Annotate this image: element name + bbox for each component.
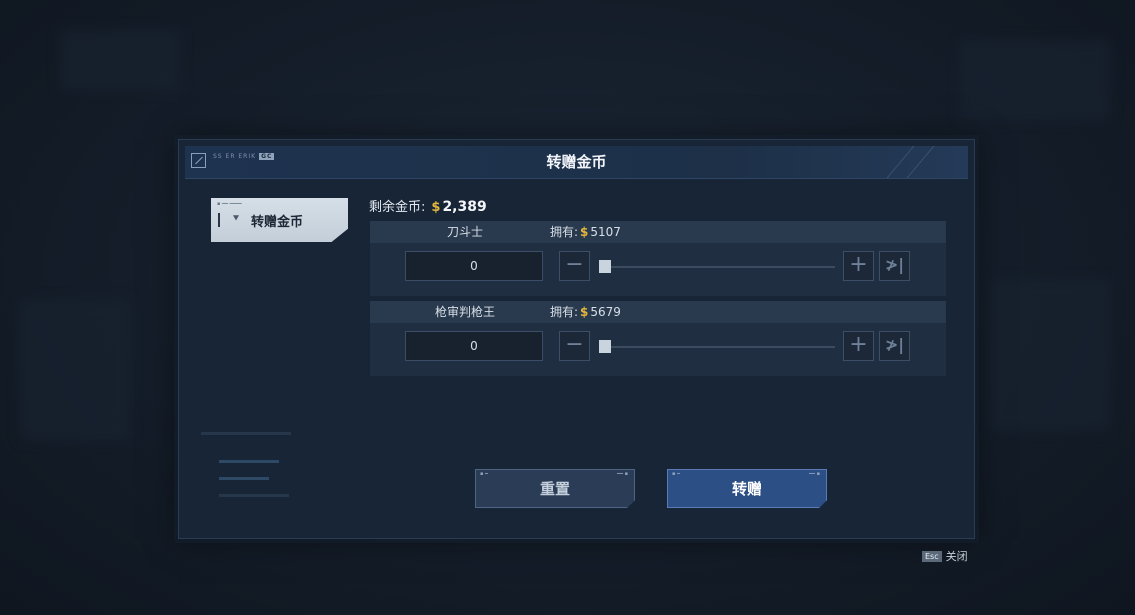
close-hint[interactable]: Esc 关闭 [922,548,968,564]
decrease-button[interactable]: − [559,331,590,361]
player-row: 枪审判枪王 拥有:$5679 − + ≯| [370,301,946,376]
side-tab-gift-coins[interactable]: ▪ ━━ ━━━━ ⯆ 转赠金币 [211,198,348,242]
player-owned: 拥有: $5679 [550,305,621,319]
gift-amount-input[interactable] [405,331,543,361]
gift-button[interactable]: ▪ ━ ━━ ▪ 转赠 [667,469,827,508]
remaining-label: 剩余金币: [369,200,426,215]
coin-icon: $ [580,225,589,239]
amount-slider-thumb[interactable] [599,340,611,353]
coin-icon: $ [580,305,589,319]
max-button[interactable]: ≯| [879,331,910,361]
player-name: 枪审判枪王 [434,305,495,319]
increase-button[interactable]: + [843,251,874,281]
remaining-amount: 2,389 [442,199,487,215]
dialog-title: 转赠金币 [546,153,607,171]
amount-slider-track[interactable] [599,266,835,268]
remaining-coins: 剩余金币: $2,389 [369,196,487,215]
max-button[interactable]: ≯| [879,251,910,281]
owned-amount: 5679 [590,305,621,319]
amount-slider-track[interactable] [599,346,835,348]
coin-icon: $ [431,200,441,215]
side-tab-label: 转赠金币 [251,215,304,230]
gift-amount-input[interactable] [405,251,543,281]
player-row: 刀斗士 拥有:$5107 − + ≯| [370,221,946,296]
owned-amount: 5107 [590,225,621,239]
mech-emblem-icon: ⯆ [231,212,241,225]
gift-coins-dialog: SS ER ERIK GC 转赠金币 ▪ ━━ ━━━━ ⯆ 转赠金币 剩余金币:… [178,139,975,539]
close-label: 关闭 [945,550,968,563]
decrease-button[interactable]: − [559,251,590,281]
amount-slider-thumb[interactable] [599,260,611,273]
player-owned: 拥有: $5107 [550,225,621,239]
esc-key-icon: Esc [922,551,942,562]
dialog-titlebar: SS ER ERIK GC 转赠金币 [185,146,968,179]
reset-button[interactable]: ▪ ━ ━━ ▪ 重置 [475,469,635,508]
increase-button[interactable]: + [843,331,874,361]
player-name: 刀斗士 [446,225,483,239]
